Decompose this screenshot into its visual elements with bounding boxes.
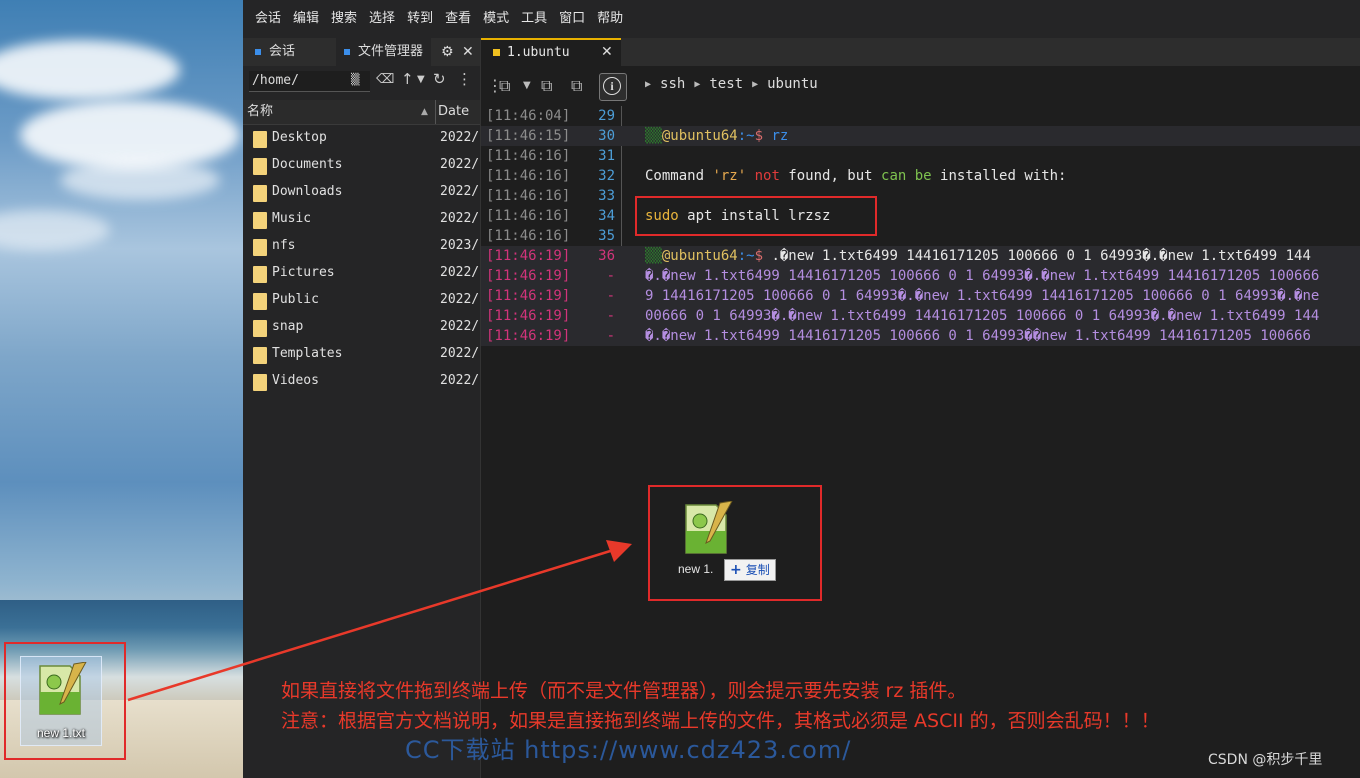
watermark: CC下载站 https://www.cdz423.com/ xyxy=(405,736,852,764)
credit: CSDN @积步千里 xyxy=(1208,752,1323,768)
annotation-line-1: 如果直接将文件拖到终端上传（而不是文件管理器），则会提示要先安装 rz 插件。 xyxy=(281,680,967,702)
annotation-line-2: 注意：根据官方文档说明，如果是直接拖到终端上传的文件，其格式必须是 ASCII … xyxy=(281,710,1160,732)
drag-arrow xyxy=(127,540,632,702)
